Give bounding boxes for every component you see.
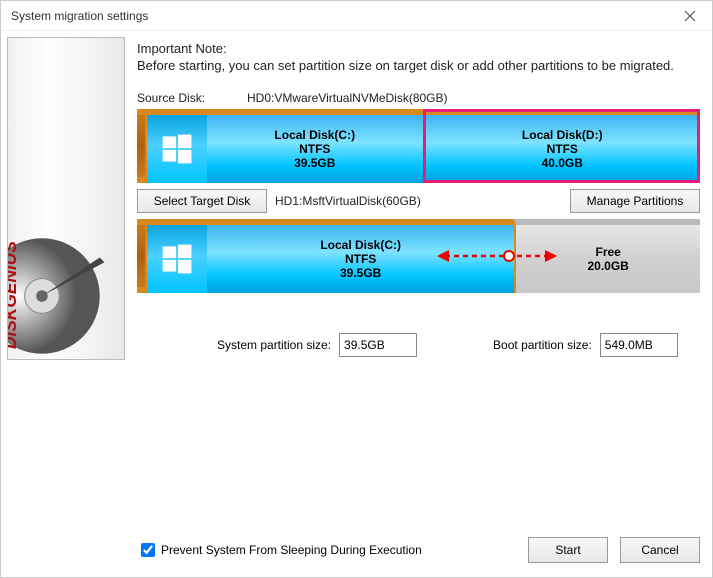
partition-fs: NTFS	[299, 142, 330, 156]
partition-size: 39.5GB	[294, 156, 335, 170]
diskgenius-logo-panel: DISKGENIUS	[7, 37, 125, 360]
window-title: System migration settings	[11, 9, 148, 23]
target-partition-c[interactable]: Local Disk(C:) NTFS 39.5GB	[145, 219, 514, 293]
reserved-partition[interactable]	[137, 219, 145, 293]
partition-name: Local Disk(C:)	[320, 238, 401, 252]
note-title: Important Note:	[137, 41, 700, 56]
svg-text:DISKGENIUS: DISKGENIUS	[8, 241, 20, 349]
reserved-partition[interactable]	[137, 109, 145, 183]
partition-name: Local Disk(D:)	[522, 128, 603, 142]
partition-size: 40.0GB	[542, 156, 583, 170]
source-disk-value: HD0:VMwareVirtualNVMeDisk(80GB)	[247, 91, 448, 105]
target-disk-bar: Local Disk(C:) NTFS 39.5GB Free 20.0GB	[137, 219, 700, 293]
prevent-sleep-input[interactable]	[141, 543, 155, 557]
source-partition-d[interactable]: Local Disk(D:) NTFS 40.0GB	[423, 109, 701, 183]
system-partition-size-label: System partition size:	[217, 338, 331, 352]
note-text: Before starting, you can set partition s…	[137, 58, 700, 73]
boot-partition-size-input[interactable]	[600, 333, 678, 357]
source-disk-label: Source Disk:	[137, 91, 247, 105]
partition-size: 39.5GB	[340, 266, 381, 280]
target-partition-free[interactable]: Free 20.0GB	[514, 219, 700, 293]
windows-icon	[147, 115, 207, 183]
cancel-button[interactable]: Cancel	[620, 537, 700, 563]
sidebar: DISKGENIUS	[1, 31, 131, 577]
boot-partition-size-label: Boot partition size:	[493, 338, 592, 352]
partition-name: Local Disk(C:)	[274, 128, 355, 142]
windows-icon	[147, 225, 207, 293]
partition-name: Free	[595, 245, 620, 259]
source-partition-c[interactable]: Local Disk(C:) NTFS 39.5GB	[145, 109, 423, 183]
partition-fs: NTFS	[547, 142, 578, 156]
titlebar: System migration settings	[1, 1, 712, 31]
source-disk-bar: Local Disk(C:) NTFS 39.5GB Local Disk(D:…	[137, 109, 700, 183]
target-disk-value: HD1:MsftVirtualDisk(60GB)	[275, 194, 421, 208]
start-button[interactable]: Start	[528, 537, 608, 563]
select-target-disk-button[interactable]: Select Target Disk	[137, 189, 267, 213]
main-panel: Important Note: Before starting, you can…	[131, 31, 712, 577]
prevent-sleep-label: Prevent System From Sleeping During Exec…	[161, 543, 422, 557]
partition-fs: NTFS	[345, 252, 376, 266]
partition-size: 20.0GB	[587, 259, 628, 273]
manage-partitions-button[interactable]: Manage Partitions	[570, 189, 700, 213]
prevent-sleep-checkbox[interactable]: Prevent System From Sleeping During Exec…	[141, 543, 422, 557]
system-partition-size-input[interactable]	[339, 333, 417, 357]
close-icon	[684, 10, 696, 22]
close-button[interactable]	[667, 1, 712, 31]
